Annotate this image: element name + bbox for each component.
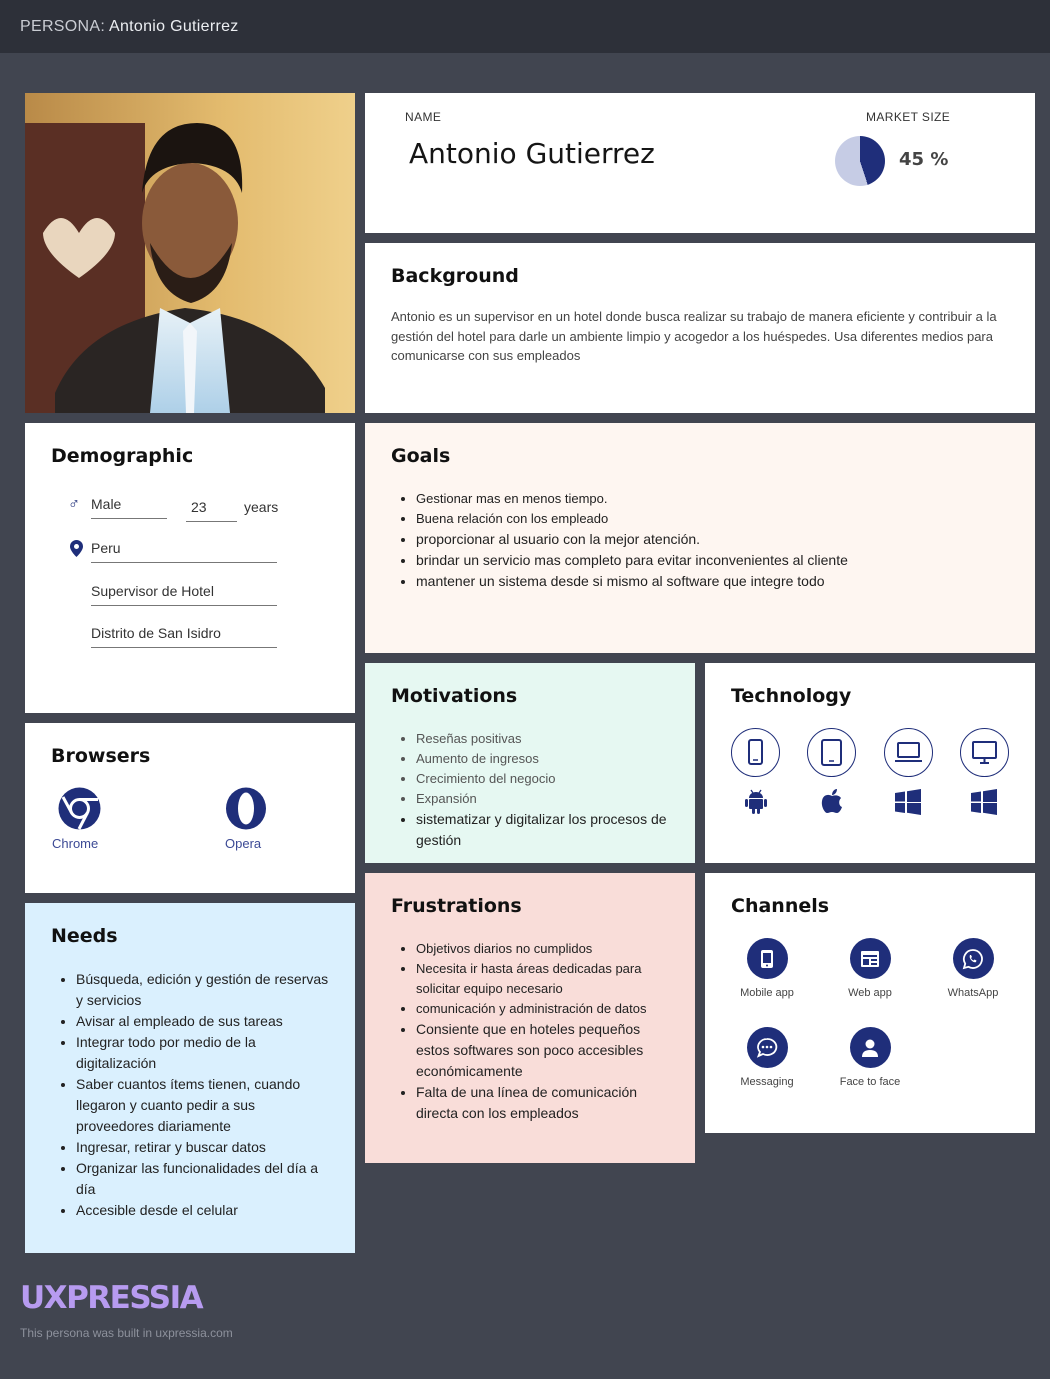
persona-name: Antonio Gutierrez xyxy=(409,137,655,170)
tablet-icon xyxy=(807,728,856,777)
chrome-icon xyxy=(58,787,101,835)
frustrations-card: Frustrations Objetivos diarios no cumpli… xyxy=(365,873,695,1163)
opera-icon xyxy=(225,787,267,835)
android-icon xyxy=(744,789,768,820)
persona-photo-image xyxy=(25,93,355,413)
mobile-app-icon xyxy=(746,938,788,979)
persona-prefix: PERSONA: xyxy=(20,18,106,35)
browser-label-chrome: Chrome xyxy=(52,836,99,851)
persona-header-name: Antonio Gutierrez xyxy=(108,18,239,35)
built-with-text: This persona was built in uxpressia.com xyxy=(20,1326,233,1340)
market-size-pie-chart xyxy=(835,136,885,186)
uxpressia-logo[interactable]: UXPRESSIA xyxy=(20,1280,204,1316)
frustration-item: Falta de una línea de comunicación direc… xyxy=(416,1082,669,1124)
background-card: Background Antonio es un supervisor en u… xyxy=(365,243,1035,413)
need-item: Avisar al empleado de sus tareas xyxy=(76,1011,329,1032)
frustrations-list: Objetivos diarios no cumplidos Necesita … xyxy=(391,939,669,1124)
frustration-item: comunicación y administración de datos xyxy=(416,999,669,1019)
location-pin-icon xyxy=(70,540,83,562)
apple-icon xyxy=(821,788,843,819)
market-size-label: MARKET SIZE xyxy=(866,110,951,124)
technology-card: Technology xyxy=(705,663,1035,863)
district-field: Distrito de San Isidro xyxy=(91,625,277,648)
channel-label: Face to face xyxy=(839,1076,901,1088)
channel-web-app: Web app xyxy=(825,938,915,999)
channel-label: Mobile app xyxy=(740,987,794,999)
top-bar: PERSONA: Antonio Gutierrez xyxy=(0,0,1050,53)
need-item: Búsqueda, edición y gestión de reservas … xyxy=(76,969,329,1011)
persona-name-card: NAME Antonio Gutierrez MARKET SIZE 45 % xyxy=(365,93,1035,233)
goal-item: Buena relación con los empleado xyxy=(416,509,1009,529)
person-icon xyxy=(849,1027,891,1068)
whatsapp-icon xyxy=(952,938,994,979)
need-item: Organizar las funcionalidades del día a … xyxy=(76,1158,329,1200)
channel-whatsapp: WhatsApp xyxy=(928,938,1018,999)
background-title: Background xyxy=(391,265,519,287)
motivations-title: Motivations xyxy=(391,685,518,707)
goal-item: proporcionar al usuario con la mejor ate… xyxy=(416,529,1009,550)
needs-list: Búsqueda, edición y gestión de reservas … xyxy=(51,969,329,1221)
goals-title: Goals xyxy=(391,445,451,467)
mobile-phone-icon xyxy=(731,728,780,777)
desktop-monitor-icon xyxy=(960,728,1009,777)
need-item: Ingresar, retirar y buscar datos xyxy=(76,1137,329,1158)
age-unit: years xyxy=(244,499,279,515)
gender-field: Male xyxy=(91,496,167,519)
demographic-card: Demographic ♂ Male 23 years Peru Supervi… xyxy=(25,423,355,713)
motivation-item: Reseñas positivas xyxy=(416,729,669,749)
location-field: Peru xyxy=(91,540,277,563)
male-gender-icon: ♂ xyxy=(68,496,80,513)
goal-item: Gestionar mas en menos tiempo. xyxy=(416,489,1009,509)
persona-photo xyxy=(25,93,355,413)
channel-mobile-app: Mobile app xyxy=(722,938,812,999)
motivations-card: Motivations Reseñas positivas Aumento de… xyxy=(365,663,695,863)
frustration-item: Objetivos diarios no cumplidos xyxy=(416,939,669,959)
messaging-icon xyxy=(746,1027,788,1068)
need-item: Accesible desde el celular xyxy=(76,1200,329,1221)
name-label: NAME xyxy=(405,110,442,124)
technology-title: Technology xyxy=(731,685,852,707)
frustrations-title: Frustrations xyxy=(391,895,522,917)
browsers-title: Browsers xyxy=(51,745,151,767)
motivations-list: Reseñas positivas Aumento de ingresos Cr… xyxy=(391,729,669,851)
market-size-value: 45 % xyxy=(899,149,949,170)
frustration-item: Consiente que en hoteles pequeños estos … xyxy=(416,1019,669,1082)
frustration-item: Necesita ir hasta áreas dedicadas para s… xyxy=(416,959,669,999)
need-item: Saber cuantos ítems tienen, cuando llega… xyxy=(76,1074,329,1137)
goal-item: mantener un sistema desde si mismo al so… xyxy=(416,571,1009,592)
need-item: Integrar todo por medio de la digitaliza… xyxy=(76,1032,329,1074)
channel-face-to-face: Face to face xyxy=(825,1027,915,1088)
channel-messaging: Messaging xyxy=(722,1027,812,1088)
windows-icon xyxy=(971,789,997,820)
channel-label: Web app xyxy=(848,987,892,999)
age-field: 23 xyxy=(186,499,237,522)
demographic-title: Demographic xyxy=(51,445,194,467)
channels-title: Channels xyxy=(731,895,830,917)
web-app-icon xyxy=(849,938,891,979)
needs-title: Needs xyxy=(51,925,118,947)
channels-card: Channels Mobile app Web app WhatsApp Mes… xyxy=(705,873,1035,1133)
motivation-item: Aumento de ingresos xyxy=(416,749,669,769)
motivation-item: sistematizar y digitalizar los procesos … xyxy=(416,809,669,851)
background-text: Antonio es un supervisor en un hotel don… xyxy=(391,309,997,363)
channel-label: WhatsApp xyxy=(947,987,999,999)
needs-card: Needs Búsqueda, edición y gestión de res… xyxy=(25,903,355,1253)
goal-item: brindar un servicio mas completo para ev… xyxy=(416,550,1009,571)
laptop-icon xyxy=(884,728,933,777)
occupation-field: Supervisor de Hotel xyxy=(91,583,277,606)
channel-label: Messaging xyxy=(740,1076,794,1088)
motivation-item: Crecimiento del negocio xyxy=(416,769,669,789)
goals-card: Goals Gestionar mas en menos tiempo. Bue… xyxy=(365,423,1035,653)
goals-list: Gestionar mas en menos tiempo. Buena rel… xyxy=(391,489,1009,592)
windows-icon xyxy=(895,789,921,820)
browser-label-opera: Opera xyxy=(225,836,262,851)
motivation-item: Expansión xyxy=(416,789,669,809)
browsers-card: Browsers Chrome Opera xyxy=(25,723,355,893)
